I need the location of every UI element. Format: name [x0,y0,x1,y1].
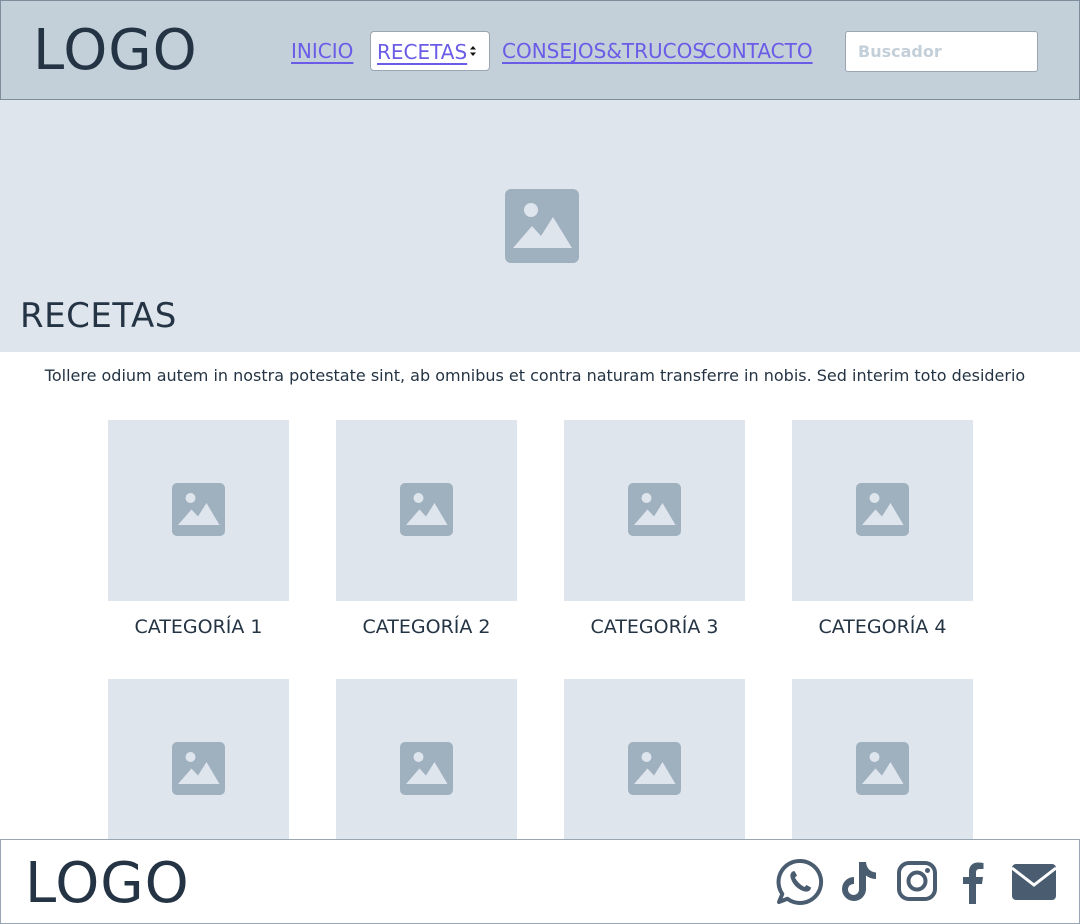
facebook-icon[interactable] [959,858,989,906]
image-placeholder-icon [628,483,681,536]
category-image[interactable] [336,420,517,601]
hero-banner: RECETAS [0,100,1080,352]
search-input[interactable] [845,31,1038,72]
intro-text: Tollere odium autem in nostra potestate … [44,366,1026,385]
image-placeholder-icon [628,742,681,795]
tiktok-icon[interactable] [839,858,879,906]
category-image[interactable] [108,420,289,601]
category-image[interactable] [336,679,517,860]
site-header: LOGO INICIO RECETAS CONSEJOS&TRUCOS CONT… [0,0,1080,100]
footer-logo[interactable]: LOGO [25,852,190,916]
image-placeholder-icon [400,483,453,536]
category-label[interactable]: CATEGORÍA 4 [792,614,973,640]
select-arrows-icon [470,46,476,56]
image-placeholder-icon [172,483,225,536]
whatsapp-icon[interactable] [776,858,824,906]
image-placeholder-icon [400,742,453,795]
image-placeholder-icon [856,742,909,795]
category-image[interactable] [792,420,973,601]
image-placeholder-icon [856,483,909,536]
category-image[interactable] [108,679,289,860]
image-placeholder-icon [172,742,225,795]
image-placeholder-icon [505,189,579,263]
category-label[interactable]: CATEGORÍA 2 [336,614,517,640]
nav-select-recetas-label: RECETAS [377,40,468,64]
category-image[interactable] [564,420,745,601]
email-icon[interactable] [1011,858,1057,906]
instagram-icon[interactable] [896,858,938,906]
nav-select-recetas[interactable]: RECETAS [370,31,490,71]
category-label[interactable]: CATEGORÍA 1 [108,614,289,640]
nav-link-contacto[interactable]: CONTACTO [702,38,813,64]
category-label[interactable]: CATEGORÍA 3 [564,614,745,640]
category-image[interactable] [564,679,745,860]
page-title: RECETAS [20,296,177,336]
nav-link-consejos-trucos[interactable]: CONSEJOS&TRUCOS [502,38,705,64]
header-logo[interactable]: LOGO [33,19,198,83]
category-image[interactable] [792,679,973,860]
nav-link-inicio[interactable]: INICIO [291,38,353,64]
site-footer: LOGO [0,839,1080,924]
